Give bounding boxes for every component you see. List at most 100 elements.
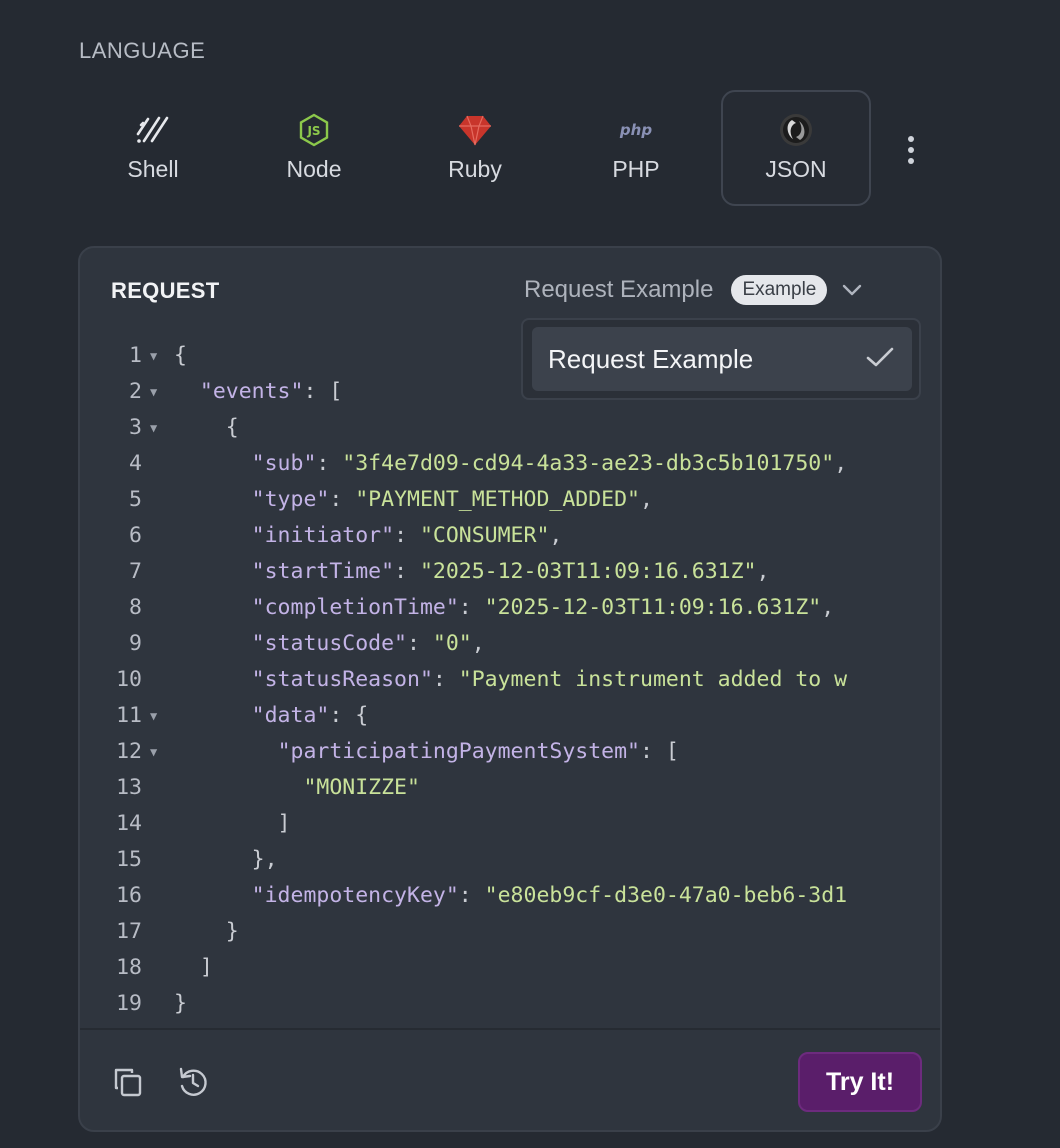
reset-icon[interactable]	[175, 1064, 211, 1100]
tab-node-label: Node	[286, 156, 342, 182]
request-title: REQUEST	[111, 278, 220, 303]
code-line: 12 ▼ "participatingPaymentSystem": [	[80, 734, 940, 770]
fold-toggle-icon[interactable]: ▼	[150, 734, 157, 770]
json-punct: :	[458, 595, 485, 620]
code-text: {	[174, 338, 187, 374]
json-punct: :	[394, 559, 420, 584]
fold-toggle-icon[interactable]: ▼	[150, 374, 157, 410]
line-number: 18	[116, 955, 142, 980]
code-line: 11 ▼ "data": {	[80, 698, 940, 734]
json-punct: {	[174, 343, 187, 368]
line-number: 19	[116, 991, 142, 1016]
json-punct: ,	[821, 595, 835, 620]
code-line: 15 },	[80, 842, 940, 878]
json-punct: :	[329, 487, 356, 512]
language-tabs: Shell JS Node Ruby php PHP JSON	[78, 90, 948, 206]
json-string: "PAYMENT_METHOD_ADDED"	[355, 487, 641, 512]
line-number: 7	[129, 559, 142, 584]
language-label: LANGUAGE	[79, 38, 206, 63]
json-string: "Payment instrument added to w	[458, 667, 848, 692]
shell-icon	[133, 112, 173, 148]
php-icon: php	[616, 112, 656, 148]
code-text: ]	[174, 806, 291, 842]
json-punct	[174, 631, 252, 656]
tab-json[interactable]: JSON	[721, 90, 871, 206]
code-line: 17 }	[80, 914, 940, 950]
json-punct	[174, 595, 252, 620]
code-line: 14 ]	[80, 806, 940, 842]
json-key: "startTime"	[251, 559, 395, 584]
svg-text:JS: JS	[306, 124, 320, 138]
json-string: "3f4e7d09-cd94-4a33-ae23-db3c5b101750"	[342, 451, 835, 476]
line-number: 8	[129, 595, 142, 620]
more-vertical-icon[interactable]	[896, 130, 926, 170]
tab-shell-label: Shell	[127, 156, 179, 182]
json-punct: ]	[174, 955, 213, 980]
example-selector[interactable]: Request Example Example	[524, 272, 865, 308]
tab-ruby-label: Ruby	[448, 156, 502, 182]
json-punct: :	[458, 883, 485, 908]
fold-toggle-icon[interactable]: ▼	[150, 698, 157, 734]
fold-toggle-icon[interactable]: ▼	[150, 410, 157, 446]
json-punct: ,	[756, 559, 770, 584]
json-key: "participatingPaymentSystem"	[277, 739, 640, 764]
json-punct	[174, 667, 252, 692]
json-key: "data"	[251, 703, 330, 728]
example-selector-label: Request Example	[524, 276, 714, 303]
fold-toggle-icon[interactable]: ▼	[150, 338, 157, 374]
dropdown-option-request-example[interactable]: Request Example	[532, 327, 912, 391]
json-punct: :	[432, 667, 459, 692]
line-number: 4	[129, 451, 142, 476]
tab-php[interactable]: php PHP	[561, 90, 711, 206]
code-text: "data": {	[174, 698, 369, 734]
code-text: "completionTime": "2025-12-03T11:09:16.6…	[174, 590, 835, 626]
json-punct: :	[394, 523, 420, 548]
line-number: 3	[129, 415, 142, 440]
json-punct	[174, 703, 252, 728]
line-number: 9	[129, 631, 142, 656]
code-text: "sub": "3f4e7d09-cd94-4a33-ae23-db3c5b10…	[174, 446, 847, 482]
json-key: "initiator"	[251, 523, 395, 548]
line-number: 1	[129, 343, 142, 368]
json-punct: : {	[329, 703, 369, 728]
json-key: "events"	[199, 379, 304, 404]
json-key: "idempotencyKey"	[251, 883, 459, 908]
line-number: 12	[116, 739, 142, 764]
json-punct: ,	[549, 523, 563, 548]
json-key: "type"	[251, 487, 330, 512]
code-text: "events": [	[174, 374, 342, 410]
json-key: "statusCode"	[251, 631, 408, 656]
tab-shell[interactable]: Shell	[78, 90, 228, 206]
code-text: }	[174, 914, 239, 950]
json-string: "2025-12-03T11:09:16.631Z"	[419, 559, 757, 584]
code-text: "idempotencyKey": "e80eb9cf-d3e0-47a0-be…	[174, 878, 847, 914]
code-line: 18 ]	[80, 950, 940, 986]
tab-ruby[interactable]: Ruby	[400, 90, 550, 206]
code-editor[interactable]: 1 ▼{2 ▼ "events": [3 ▼ {4 "sub": "3f4e7d09-…	[80, 338, 940, 1028]
code-text: "startTime": "2025-12-03T11:09:16.631Z",	[174, 554, 770, 590]
code-line: 9 "statusCode": "0",	[80, 626, 940, 662]
example-dropdown: Request Example	[521, 318, 921, 400]
json-string: "CONSUMER"	[419, 523, 550, 548]
try-it-button[interactable]: Try It!	[798, 1052, 922, 1112]
nodejs-icon: JS	[294, 112, 334, 148]
json-punct	[174, 559, 252, 584]
code-text: "participatingPaymentSystem": [	[174, 734, 679, 770]
code-line: 4 "sub": "3f4e7d09-cd94-4a33-ae23-db3c5b…	[80, 446, 940, 482]
copy-icon[interactable]	[110, 1064, 146, 1100]
line-number: 5	[129, 487, 142, 512]
code-line: 8 "completionTime": "2025-12-03T11:09:16…	[80, 590, 940, 626]
line-number: 14	[116, 811, 142, 836]
json-string: "e80eb9cf-d3e0-47a0-beb6-3d1	[484, 883, 848, 908]
code-text: },	[174, 842, 278, 878]
tab-node[interactable]: JS Node	[239, 90, 389, 206]
json-punct	[174, 487, 252, 512]
line-number: 11	[116, 703, 142, 728]
json-punct: :	[407, 631, 433, 656]
request-footer: Try It!	[80, 1028, 940, 1130]
json-key: "statusReason"	[251, 667, 433, 692]
example-badge: Example	[731, 275, 828, 305]
code-line: 19}	[80, 986, 940, 1022]
code-text: ]	[174, 950, 213, 986]
ruby-icon	[455, 112, 495, 148]
